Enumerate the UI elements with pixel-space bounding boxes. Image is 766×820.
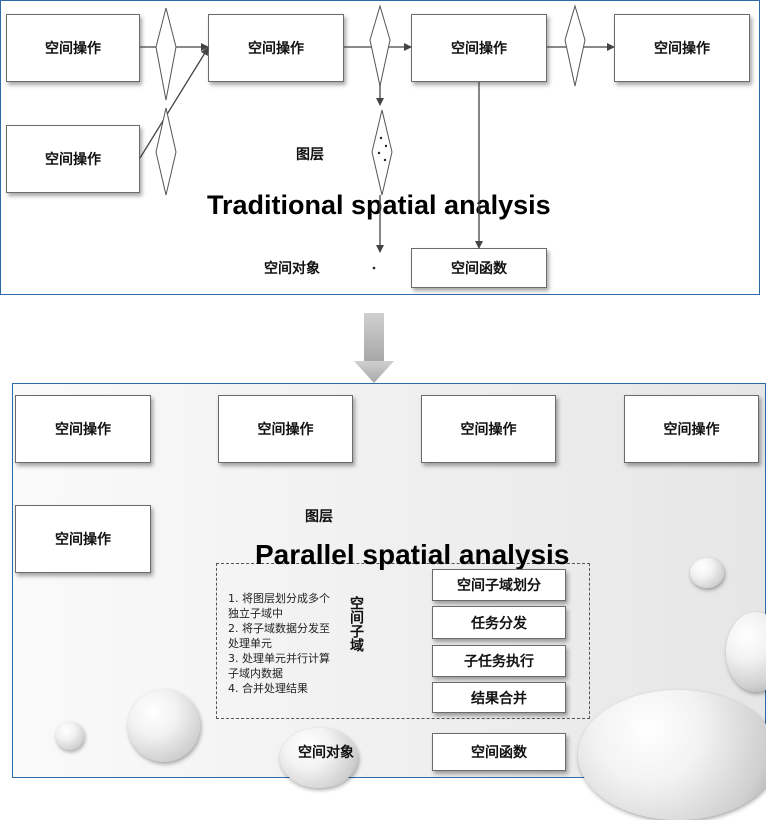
bottom-spatial-op-2: 空间操作 [15, 505, 151, 573]
stage-subtask-execute: 子任务执行 [432, 645, 566, 677]
step-line: 独立子域中 [228, 607, 283, 620]
water-droplet [128, 690, 200, 762]
bottom-spatial-function: 空间函数 [432, 733, 566, 771]
step-line: 2. 将子域数据分发至 [228, 622, 330, 635]
stage-subdomain-partition: 空间子域划分 [432, 569, 566, 601]
parallel-title: Parallel spatial analysis [255, 539, 570, 570]
water-droplet [578, 690, 766, 820]
stage-task-dispatch: 任务分发 [432, 606, 566, 639]
transition-down-arrow [354, 313, 394, 383]
stage-result-merge: 结果合并 [432, 682, 566, 713]
bottom-spatial-op-3: 空间操作 [218, 395, 353, 463]
water-droplet [690, 558, 724, 588]
bottom-spatial-object-label: 空间对象 [298, 745, 354, 761]
bottom-spatial-op-4: 空间操作 [421, 395, 556, 463]
step-line: 1. 将图层划分成多个 [228, 592, 330, 605]
step-line: 3. 处理单元并行计算 [228, 652, 330, 665]
step-line: 4. 合并处理结果 [228, 682, 308, 695]
parallel-steps-list: 1. 将图层划分成多个 独立子域中 2. 将子域数据分发至 处理单元 3. 处理… [228, 591, 330, 696]
step-line: 子域内数据 [228, 667, 283, 680]
bottom-layer-label: 图层 [305, 509, 333, 525]
bottom-spatial-op-1: 空间操作 [15, 395, 151, 463]
step-line: 处理单元 [228, 637, 272, 650]
bottom-spatial-op-5: 空间操作 [624, 395, 759, 463]
spatial-subdomain-label: 空间子域 [348, 596, 364, 652]
water-droplet [56, 722, 84, 750]
